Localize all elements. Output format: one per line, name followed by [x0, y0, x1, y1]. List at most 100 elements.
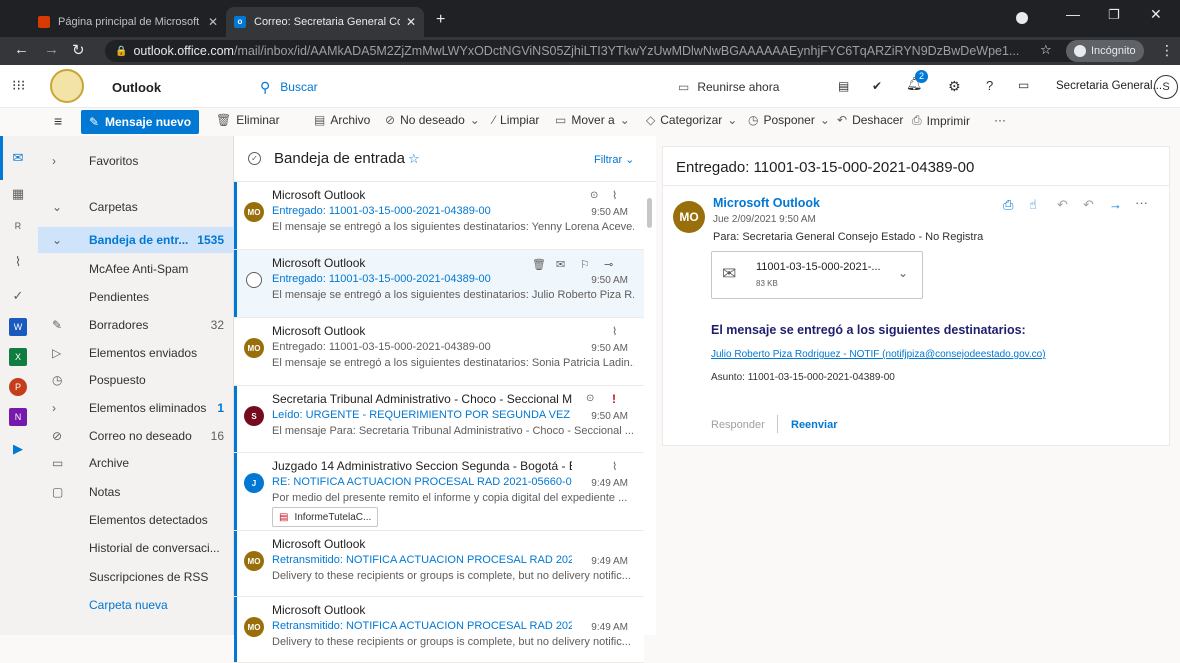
browser-tab-outlook[interactable]: o Correo: Secretaria General Conse ✕ — [226, 7, 424, 37]
folder-item[interactable]: ▷ Elementos enviados — [38, 340, 234, 366]
chevron-down-icon[interactable]: ⌄ — [898, 266, 908, 280]
new-tab-icon[interactable]: + — [436, 11, 445, 29]
close-window-icon[interactable]: ✕ — [1150, 6, 1162, 23]
categorize-button[interactable]: ◇ Categorizar ⌄ — [646, 113, 742, 127]
recipient-link[interactable]: Julio Roberto Piza Rodriguez - NOTIF (no… — [711, 349, 1046, 360]
folder-item[interactable]: Historial de conversaci... — [38, 535, 234, 561]
search-input[interactable]: Buscar — [280, 80, 317, 94]
like-icon[interactable]: ☝ — [1029, 197, 1037, 213]
todo-icon[interactable]: ✔ — [872, 79, 882, 93]
attachment-icon[interactable]: ⌇ — [9, 254, 27, 272]
account-avatar[interactable]: S — [1154, 75, 1178, 99]
sender-avatar[interactable]: MO — [244, 202, 264, 222]
hamburger-icon[interactable]: ≡ — [54, 113, 62, 129]
url-field[interactable]: 🔒 outlook.office.com /mail/inbox/id/AAMk… — [105, 40, 1090, 62]
folder-item[interactable]: ⌄ Bandeja de entr... 1535 — [38, 227, 234, 253]
folder-item[interactable]: Pendientes — [38, 284, 234, 310]
folder-item[interactable]: ▢ Notas — [38, 479, 234, 505]
message-item[interactable]: MO Microsoft Outlook Retransmitido: NOTI… — [234, 597, 644, 663]
more-commands-button[interactable]: ··· — [994, 113, 1006, 127]
close-tab-icon[interactable]: ✕ — [208, 15, 218, 29]
reply-icon[interactable]: ↶ — [1057, 197, 1068, 213]
close-tab-icon[interactable]: ✕ — [406, 15, 416, 29]
message-item[interactable]: J Juzgado 14 Administrativo Seccion Segu… — [234, 453, 644, 531]
folder-item[interactable]: › Elementos eliminados 1 — [38, 395, 234, 421]
move-to-button[interactable]: ▭ Mover a ⌄ — [555, 113, 635, 127]
print-button[interactable]: ⎙ Imprimir — [912, 113, 970, 128]
message-item[interactable]: MO Microsoft Outlook Retransmitido: NOTI… — [234, 531, 644, 597]
folder-item[interactable]: McAfee Anti-Spam — [38, 256, 234, 282]
notifications-button[interactable]: 🔔︎ 2 — [906, 70, 928, 92]
browser-tab-office[interactable]: Página principal de Microsoft Of ✕ — [30, 7, 226, 37]
forward-icon[interactable]: → — [44, 41, 59, 58]
select-all-checkbox[interactable]: ✓ — [248, 152, 261, 165]
minimize-window-icon[interactable]: — — [1066, 6, 1080, 22]
sender-avatar[interactable]: S — [244, 406, 264, 426]
sender-name[interactable]: Microsoft Outlook — [713, 196, 820, 210]
browser-menu-icon[interactable]: ⋮ — [1160, 42, 1174, 59]
attachment-card[interactable]: ✉ 11001-03-15-000-2021-... 83 KB ⌄ — [711, 251, 923, 299]
forward-icon[interactable]: → — [1109, 197, 1122, 212]
sender-avatar[interactable]: MO — [673, 201, 705, 233]
app-name[interactable]: Outlook — [112, 80, 161, 95]
more-actions-icon[interactable]: ··· — [1135, 195, 1148, 210]
message-item[interactable]: MO Microsoft Outlook ⌇ Entregado: 11001-… — [234, 318, 644, 386]
snooze-button[interactable]: ◷ Posponer ⌄ — [748, 113, 835, 127]
onenote-feed-icon[interactable]: ▤ — [838, 79, 849, 93]
forward-button[interactable]: Reenviar — [791, 419, 837, 431]
message-item[interactable]: Microsoft Outlook 🗑︎ ✉ ⚐ ⊸ Entregado: 11… — [234, 250, 644, 318]
archive-button[interactable]: ▤ Archivo — [314, 113, 370, 127]
app-launcher-icon[interactable]: ⁝⁝⁝ — [12, 77, 25, 94]
favorite-star-icon[interactable]: ☆ — [408, 151, 420, 167]
reload-icon[interactable]: ↻ — [72, 41, 85, 59]
message-item[interactable]: S Secretaria Tribunal Administrativo - C… — [234, 386, 644, 453]
new-message-button[interactable]: ✎ Mensaje nuevo — [81, 110, 199, 134]
powerpoint-icon[interactable]: P — [9, 378, 27, 396]
attachment-chip[interactable]: ▤ InformeTutelaC... — [272, 507, 378, 527]
word-icon[interactable]: W — [9, 318, 27, 336]
sender-avatar[interactable]: MO — [244, 617, 264, 637]
todo-rail-icon[interactable]: ✓ — [9, 288, 27, 306]
sweep-button[interactable]: ⁄ Limpiar — [493, 113, 539, 127]
mark-read-icon[interactable]: ✉ — [556, 258, 565, 271]
filter-button[interactable]: Filtrar ⌄ — [594, 153, 634, 166]
folder-item[interactable]: Suscripciones de RSS — [38, 564, 234, 590]
search-box[interactable]: ⚲ Buscar — [256, 73, 616, 101]
people-icon[interactable]: ᴿ — [9, 220, 27, 238]
folders-header[interactable]: ⌄ Carpetas — [38, 194, 234, 220]
print-icon[interactable]: ⎙ — [1003, 197, 1013, 213]
flag-icon[interactable]: ⚐ — [580, 258, 590, 271]
undo-button[interactable]: ↶ Deshacer — [837, 113, 903, 127]
account-name[interactable]: Secretaria General... — [1056, 80, 1162, 92]
list-scrollbar[interactable] — [644, 182, 656, 635]
select-checkbox[interactable] — [246, 272, 262, 288]
reply-all-icon[interactable]: ↶ — [1083, 197, 1094, 213]
sender-avatar[interactable]: MO — [244, 551, 264, 571]
delete-button[interactable]: 🗑︎ Eliminar — [216, 113, 280, 127]
excel-icon[interactable]: X — [9, 348, 27, 366]
onenote-icon[interactable]: N — [9, 408, 27, 426]
folder-item[interactable]: ✎ Borradores 32 — [38, 312, 234, 338]
help-icon[interactable]: ? — [986, 78, 993, 93]
yammer-icon[interactable]: ▶ — [9, 441, 27, 459]
junk-button[interactable]: ⊘ No deseado ⌄ — [385, 113, 485, 127]
back-icon[interactable]: ← — [14, 41, 29, 58]
folder-item[interactable]: ▭ Archive — [38, 450, 234, 476]
folder-item[interactable]: Carpeta nueva — [38, 592, 234, 618]
folder-item[interactable]: ◷ Pospuesto — [38, 367, 234, 393]
calendar-icon[interactable]: ▦ — [9, 186, 27, 204]
restore-window-icon[interactable]: ❐ — [1108, 7, 1120, 23]
message-item[interactable]: MO Microsoft Outlook ⊙ ⌇ Entregado: 11001… — [234, 182, 644, 250]
sender-avatar[interactable]: MO — [244, 338, 264, 358]
reply-button[interactable]: Responder — [711, 419, 765, 431]
pin-icon[interactable]: ⊸ — [604, 258, 613, 271]
scrollbar-thumb[interactable] — [647, 198, 652, 228]
folder-item[interactable]: ⊘ Correo no deseado 16 — [38, 423, 234, 449]
mail-icon[interactable]: ✉ — [9, 150, 27, 168]
meet-now-button[interactable]: ▭ Reunirse ahora — [678, 80, 779, 94]
incognito-badge[interactable]: Incógnito — [1066, 40, 1144, 62]
folder-item[interactable]: Elementos detectados — [38, 507, 234, 533]
favorites-header[interactable]: › Favoritos — [38, 148, 234, 174]
settings-gear-icon[interactable]: ⚙ — [948, 78, 961, 95]
feedback-icon[interactable]: ▭ — [1018, 78, 1029, 92]
